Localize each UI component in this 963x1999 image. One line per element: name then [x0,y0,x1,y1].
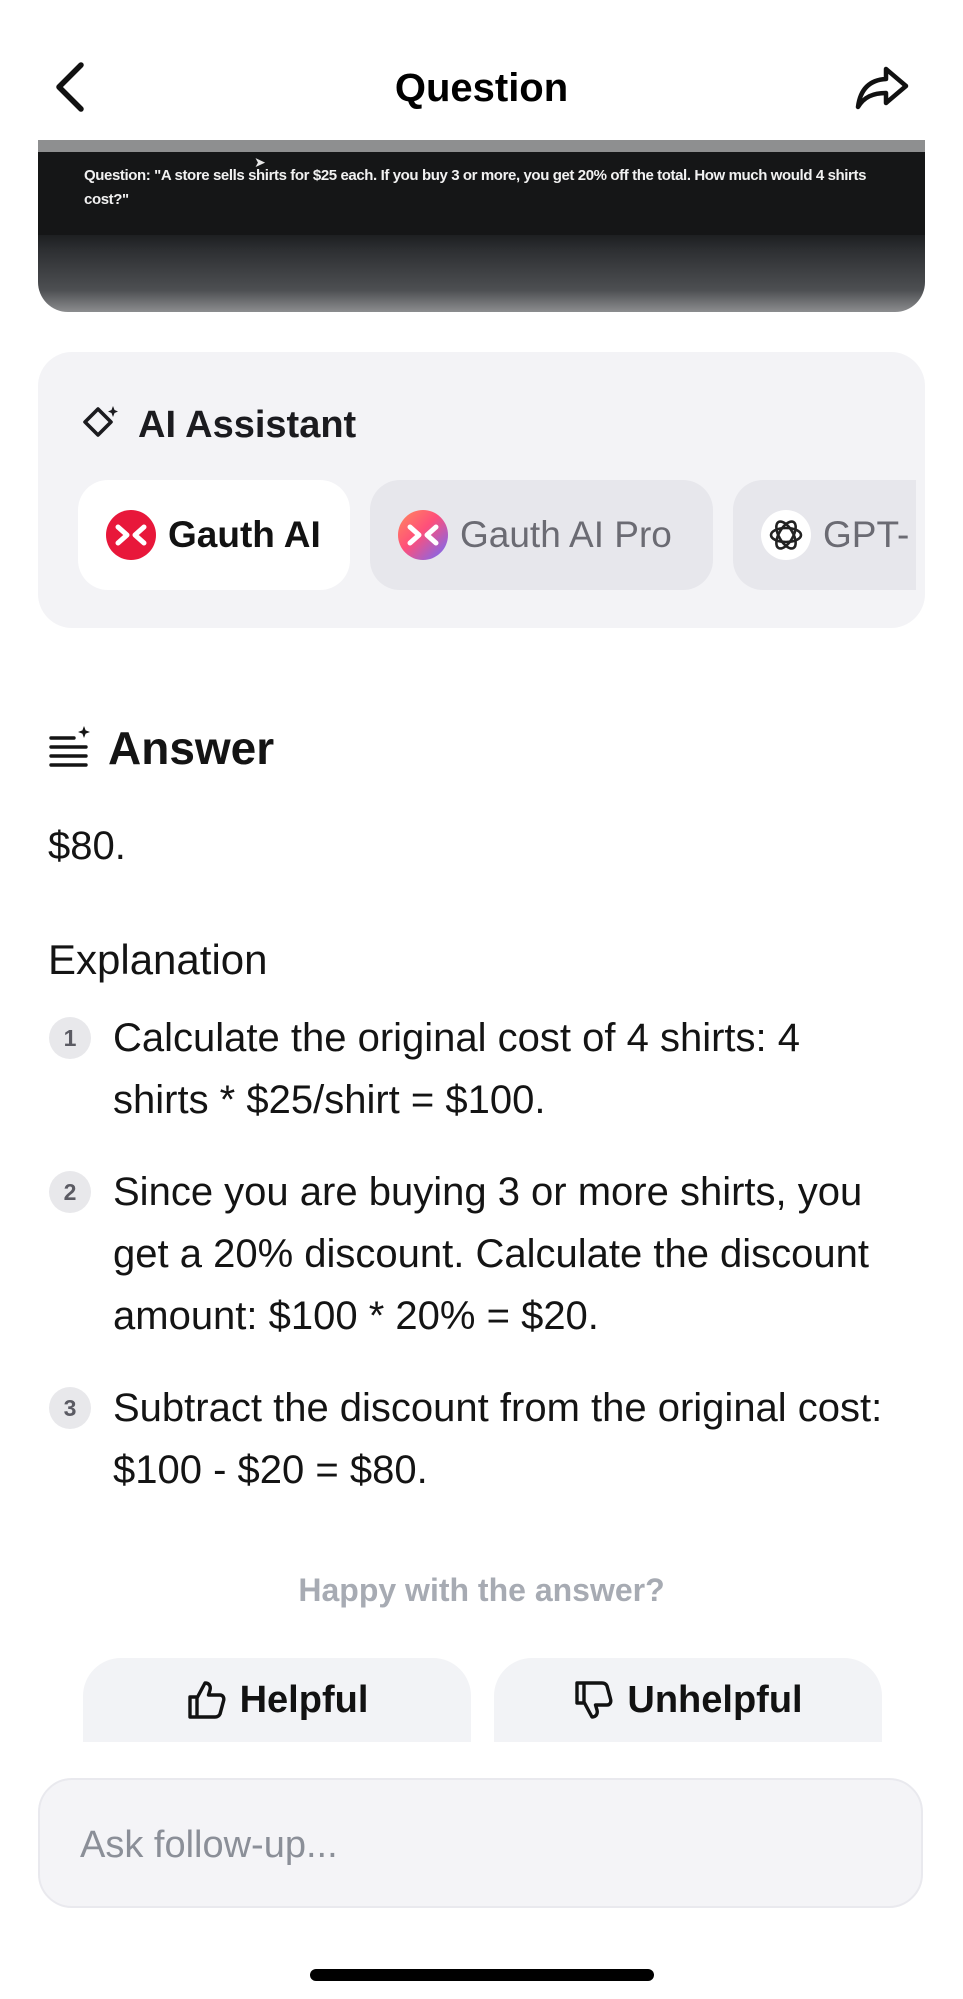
explanation-heading: Explanation [48,936,268,983]
openai-logo-icon [761,510,811,560]
home-indicator[interactable] [310,1969,654,1981]
step-number-badge: 3 [49,1387,91,1429]
sparkle-diamond-icon [83,406,118,437]
gauth-logo-icon [106,510,156,560]
model-chip-gauth-ai-pro[interactable]: Gauth AI Pro [370,480,713,590]
answer-value: $80. [48,824,126,868]
thumbs-up-icon [187,1681,226,1719]
gauth-pro-logo-icon [398,510,448,560]
model-chip-label: Gauth AI [168,514,321,555]
step-text: Subtract the discount from the original … [113,1386,883,1492]
unhelpful-button[interactable]: Unhelpful [494,1658,882,1742]
share-button[interactable] [852,60,912,116]
model-chip-label: GPT- [823,514,910,555]
question-text: Question: "A store sells shirts for $25 … [84,167,867,208]
model-chip-gauth-ai[interactable]: Gauth AI [78,480,350,590]
step-number-badge: 2 [49,1171,91,1213]
unhelpful-label: Unhelpful [627,1678,803,1721]
ai-assistant-heading: AI Assistant [138,404,357,446]
step-text: Since you are buying 3 or more shirts, y… [113,1170,870,1338]
thumbs-down-icon [575,1681,613,1719]
feedback-question: Happy with the answer? [298,1572,665,1608]
model-selector: Gauth AI Gauth AI Pro GPT- [78,480,916,592]
list-sparkle-icon [49,726,90,767]
model-chip-gpt[interactable]: GPT- [733,480,916,590]
step-number-badge: 1 [49,1017,91,1059]
share-arrow-icon [855,66,909,110]
answer-heading: Answer [108,722,275,774]
followup-input[interactable] [78,1814,882,1876]
page-title: Question [394,66,569,110]
helpful-button[interactable]: Helpful [83,1658,471,1742]
helpful-label: Helpful [239,1678,369,1721]
step-text: Calculate the original cost of 4 shirts:… [113,1016,801,1122]
followup-box[interactable] [38,1778,923,1908]
image-top-strip [38,140,925,152]
question-image[interactable]: ➤ Question: "A store sells shirts for $2… [38,140,925,312]
model-chip-label: Gauth AI Pro [460,514,672,555]
